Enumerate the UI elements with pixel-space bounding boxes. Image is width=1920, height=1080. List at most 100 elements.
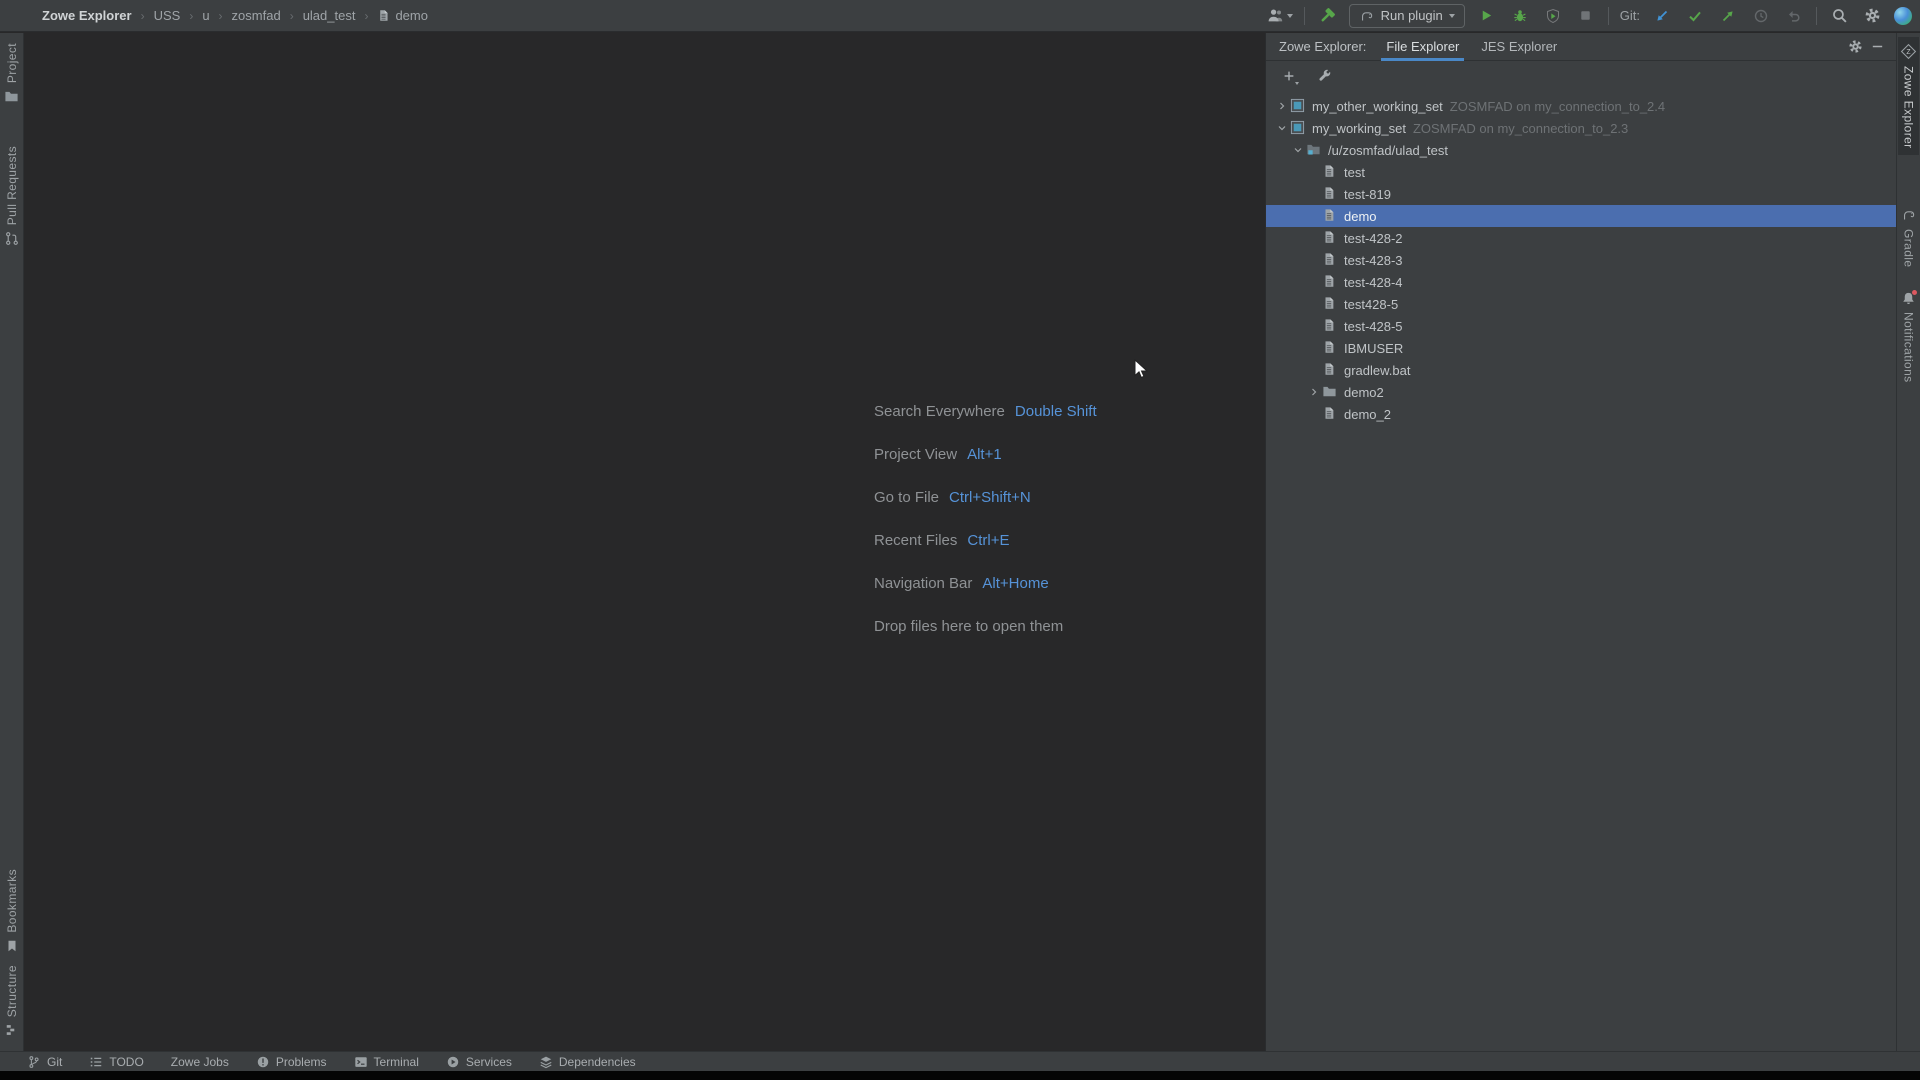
- tree-item-file-selected[interactable]: demo: [1266, 205, 1896, 227]
- undo-icon: [1786, 8, 1802, 24]
- file-icon: [1322, 406, 1338, 422]
- toolwindow-git[interactable]: Git: [27, 1055, 62, 1069]
- gear-icon: [1864, 7, 1881, 24]
- tree-item-file[interactable]: test: [1266, 161, 1896, 183]
- stop-button: [1575, 5, 1597, 27]
- git-update-button[interactable]: [1651, 5, 1673, 27]
- chevron-right-icon[interactable]: [1274, 98, 1290, 114]
- edit-working-sets-button[interactable]: [1314, 66, 1334, 86]
- problems-icon: [256, 1055, 270, 1069]
- tree-item-file[interactable]: test-428-4: [1266, 271, 1896, 293]
- file-icon: [1322, 164, 1338, 180]
- bottom-black-strip: [0, 1071, 1920, 1080]
- toolbar-actions: Run plugin Git:: [1267, 4, 1920, 28]
- search-everywhere-button[interactable]: [1828, 5, 1850, 27]
- minimize-icon: [1870, 39, 1885, 54]
- hint-row: Recent Files Ctrl+E: [874, 532, 1097, 553]
- git-push-button[interactable]: [1717, 5, 1739, 27]
- drop-files-hint: Drop files here to open them: [874, 618, 1097, 639]
- zowe-diamond-icon: [1900, 43, 1917, 60]
- tree-item-working-set[interactable]: my_other_working_set ZOSMFAD on my_conne…: [1266, 95, 1896, 117]
- top-bar: Zowe Explorer › USS › u › zosmfad › ulad…: [0, 0, 1920, 32]
- tab-jes-explorer[interactable]: JES Explorer: [1479, 33, 1559, 61]
- run-with-coverage-button[interactable]: [1542, 5, 1564, 27]
- panel-title: Zowe Explorer:: [1279, 39, 1366, 54]
- tree-item-file[interactable]: demo_2: [1266, 403, 1896, 425]
- sidebar-item-project[interactable]: Project: [2, 37, 21, 110]
- tree-item-file[interactable]: test428-5: [1266, 293, 1896, 315]
- sidebar-item-bookmarks[interactable]: Bookmarks: [3, 863, 21, 959]
- tree-item-file[interactable]: gradlew.bat: [1266, 359, 1896, 381]
- uss-folder-icon: [1306, 142, 1322, 158]
- panel-hide-button[interactable]: [1866, 36, 1888, 58]
- tree-item-file[interactable]: test-428-3: [1266, 249, 1896, 271]
- build-project-button[interactable]: [1316, 5, 1338, 27]
- file-icon: [1322, 186, 1338, 202]
- user-account-button[interactable]: [1267, 5, 1293, 27]
- dependencies-icon: [539, 1055, 553, 1069]
- breadcrumb-item[interactable]: zosmfad: [232, 8, 281, 23]
- gradle-elephant-icon: [1901, 207, 1917, 223]
- toolwindow-terminal[interactable]: Terminal: [354, 1055, 419, 1069]
- working-set-icon: [1290, 98, 1306, 114]
- wrench-icon: [1317, 69, 1331, 83]
- notification-badge: [1912, 290, 1917, 295]
- breadcrumb-item-file[interactable]: demo: [377, 8, 428, 23]
- tree-item-uss-path[interactable]: /u/zosmfad/ulad_test: [1266, 139, 1896, 161]
- debug-button[interactable]: [1509, 5, 1531, 27]
- file-icon: [1322, 208, 1338, 224]
- todo-list-icon: [89, 1055, 103, 1069]
- code-with-me-avatar-icon[interactable]: [1894, 7, 1912, 25]
- folder-icon: [4, 89, 19, 104]
- breadcrumb-item[interactable]: Zowe Explorer: [42, 8, 132, 23]
- tree-item-working-set[interactable]: my_working_set ZOSMFAD on my_connection_…: [1266, 117, 1896, 139]
- toolwindow-todo[interactable]: TODO: [89, 1055, 143, 1069]
- sidebar-item-zowe-explorer[interactable]: Zowe Explorer: [1898, 37, 1919, 155]
- toolwindow-services[interactable]: Services: [446, 1055, 512, 1069]
- clock-icon: [1753, 8, 1769, 24]
- toolwindow-dependencies[interactable]: Dependencies: [539, 1055, 636, 1069]
- hint-row: Search Everywhere Double Shift: [874, 403, 1097, 424]
- breadcrumb: Zowe Explorer › USS › u › zosmfad › ulad…: [0, 8, 428, 23]
- tree-item-file[interactable]: IBMUSER: [1266, 337, 1896, 359]
- git-commit-button[interactable]: [1684, 5, 1706, 27]
- chevron-down-icon[interactable]: [1274, 120, 1290, 136]
- toolbar-separator: [1608, 7, 1609, 25]
- panel-settings-button[interactable]: [1844, 36, 1866, 58]
- bell-icon: [1901, 291, 1916, 306]
- toolbar-separator: [1816, 7, 1817, 25]
- tab-file-explorer[interactable]: File Explorer: [1384, 33, 1461, 61]
- breadcrumb-item[interactable]: u: [202, 8, 209, 23]
- tree-item-file[interactable]: test-428-2: [1266, 227, 1896, 249]
- toolwindow-zowe-jobs[interactable]: Zowe Jobs: [171, 1055, 229, 1069]
- structure-icon: [5, 1023, 19, 1037]
- tree-item-file[interactable]: test-819: [1266, 183, 1896, 205]
- chevron-down-icon[interactable]: [1290, 142, 1306, 158]
- file-icon: [1322, 274, 1338, 290]
- file-icon: [1322, 362, 1338, 378]
- sidebar-item-notifications[interactable]: Notifications: [1899, 285, 1918, 389]
- run-configuration-label: Run plugin: [1381, 8, 1443, 23]
- add-working-set-button[interactable]: [1279, 66, 1299, 86]
- run-button[interactable]: [1476, 5, 1498, 27]
- git-widget-label: Git:: [1620, 8, 1640, 23]
- arrow-up-right-icon: [1720, 8, 1736, 24]
- git-rollback-button: [1783, 5, 1805, 27]
- sidebar-item-pull-requests[interactable]: Pull Requests: [2, 140, 21, 252]
- search-icon: [1831, 7, 1848, 24]
- file-icon: [1322, 340, 1338, 356]
- ide-window: Zowe Explorer › USS › u › zosmfad › ulad…: [0, 0, 1920, 1080]
- sidebar-item-gradle[interactable]: Gradle: [1899, 201, 1919, 273]
- file-icon: [1322, 318, 1338, 334]
- breadcrumb-item[interactable]: USS: [154, 8, 181, 23]
- toolwindow-problems[interactable]: Problems: [256, 1055, 327, 1069]
- sidebar-item-structure[interactable]: Structure: [3, 959, 21, 1043]
- pull-request-icon: [4, 231, 19, 246]
- run-configuration-select[interactable]: Run plugin: [1349, 4, 1465, 28]
- tree-item-folder[interactable]: demo2: [1266, 381, 1896, 403]
- toolbar-separator: [1304, 7, 1305, 25]
- tree-item-file[interactable]: test-428-5: [1266, 315, 1896, 337]
- breadcrumb-item[interactable]: ulad_test: [303, 8, 356, 23]
- settings-button[interactable]: [1861, 5, 1883, 27]
- chevron-right-icon[interactable]: [1306, 384, 1322, 400]
